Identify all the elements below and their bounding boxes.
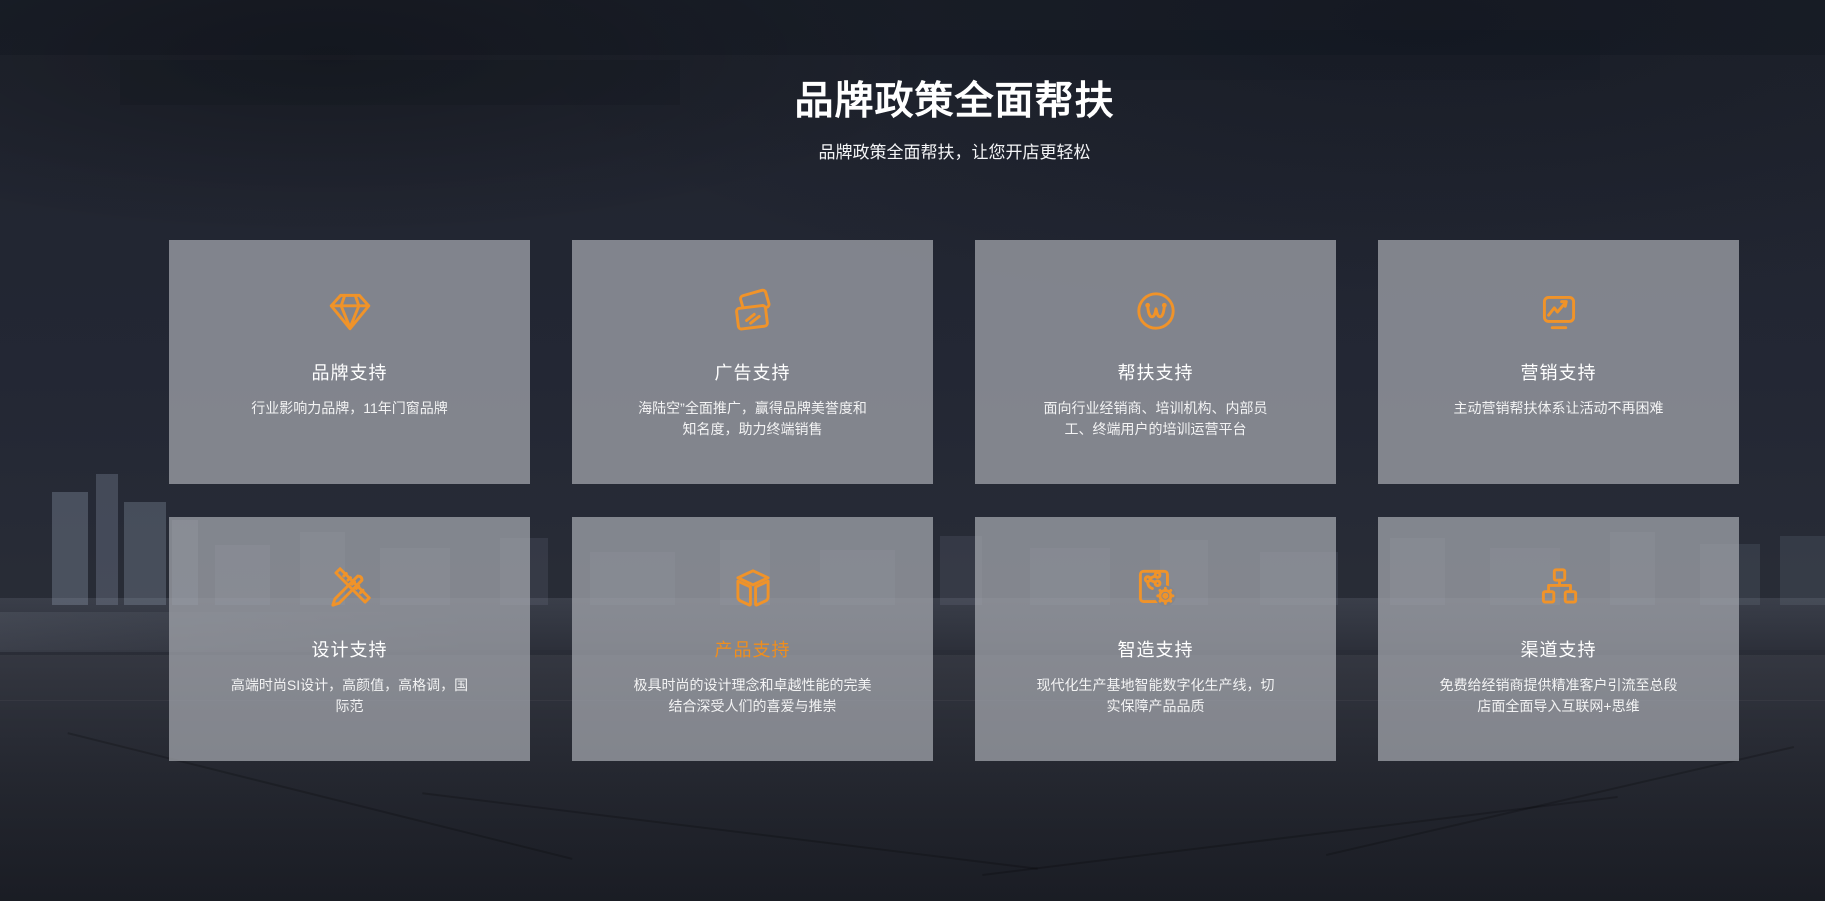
channel-network-icon: [1541, 568, 1577, 604]
ad-cards-icon: [734, 288, 770, 331]
feature-card-design[interactable]: 设计支持 高端时尚SI设计，高颜值，高格调，国际范: [169, 517, 530, 761]
card-desc: 高端时尚SI设计，高颜值，高格调，国际范: [230, 677, 469, 714]
product-cube-icon: [735, 569, 770, 607]
feature-card-manufacturing[interactable]: 智造支持 现代化生产基地智能数字化生产线，切实保障产品品质: [975, 517, 1336, 761]
card-desc: 极具时尚的设计理念和卓越性能的完美结合深受人们的喜爱与推崇: [633, 677, 872, 714]
page-title: 品牌政策全面帮扶: [794, 80, 1115, 123]
card-title: 品牌支持: [311, 363, 388, 383]
feature-card-assistance[interactable]: 帮扶支持 面向行业经销商、培训机构、内部员工、终端用户的培训运营平台: [975, 240, 1336, 484]
card-title: 营销支持: [1520, 363, 1597, 383]
card-title: 广告支持: [714, 363, 791, 383]
card-title: 帮扶支持: [1117, 363, 1194, 383]
feature-card-advertising[interactable]: 广告支持 海陆空”全面推广，赢得品牌美誉度和知名度，助力终端销售: [572, 240, 933, 484]
marketing-monitor-icon: [1542, 296, 1575, 330]
brand-policy-section: 品牌政策全面帮扶 品牌政策全面帮扶，让您开店更轻松 品牌支持 行业影响力品牌，1…: [0, 0, 1825, 901]
card-desc: 免费给经销商提供精准客户引流至总段店面全面导入互联网+思维: [1439, 677, 1678, 714]
feature-card-marketing[interactable]: 营销支持 主动营销帮扶体系让活动不再困难: [1378, 240, 1739, 484]
card-title: 智造支持: [1117, 640, 1194, 660]
feature-card-grid: 品牌支持 行业影响力品牌，11年门窗品牌 广告支持 海陆空”全面推广，赢得品牌美…: [169, 240, 1739, 761]
card-desc: 行业影响力品牌，11年门窗品牌: [251, 400, 448, 416]
card-desc: 现代化生产基地智能数字化生产线，切实保障产品品质: [1036, 677, 1275, 714]
card-title: 设计支持: [311, 640, 388, 660]
card-desc: 海陆空”全面推广，赢得品牌美誉度和知名度，助力终端销售: [638, 400, 867, 437]
feature-card-channel[interactable]: 渠道支持 免费给经销商提供精准客户引流至总段店面全面导入互联网+思维: [1378, 517, 1739, 761]
card-desc: 面向行业经销商、培训机构、内部员工、终端用户的培训运营平台: [1043, 400, 1268, 437]
card-title: 渠道支持: [1520, 640, 1597, 660]
design-tools-icon: [330, 567, 371, 607]
feature-card-brand[interactable]: 品牌支持 行业影响力品牌，11年门窗品牌: [169, 240, 530, 484]
page-subtitle: 品牌政策全面帮扶，让您开店更轻松: [818, 143, 1091, 162]
feature-card-product[interactable]: 产品支持 极具时尚的设计理念和卓越性能的完美结合深受人们的喜爱与推崇: [572, 517, 933, 761]
support-wave-icon: [1136, 292, 1175, 330]
card-title: 产品支持: [714, 640, 791, 660]
card-desc: 主动营销帮扶体系让活动不再困难: [1453, 400, 1664, 416]
brand-diamond-icon: [329, 293, 370, 331]
smart-manufacture-icon: [1138, 569, 1176, 607]
